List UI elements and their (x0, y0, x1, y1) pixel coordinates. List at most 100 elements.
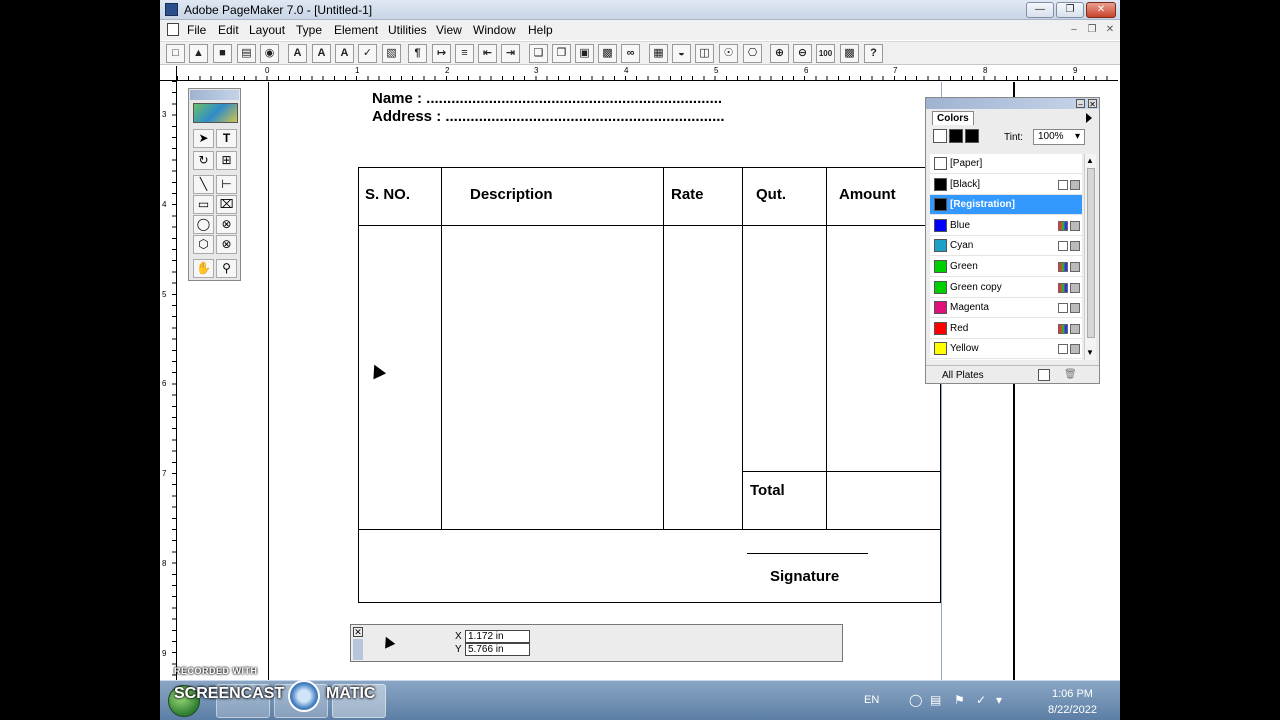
language-indicator[interactable]: EN (864, 694, 879, 706)
toolbox-title-bar[interactable] (190, 90, 239, 100)
menu-layout[interactable]: Layout (249, 23, 285, 37)
menu-file[interactable]: File (187, 23, 206, 37)
text-tool-icon[interactable]: T (216, 129, 237, 148)
indents-tabs-icon[interactable]: ↦ (432, 44, 451, 63)
color-row[interactable]: [Paper] (930, 154, 1082, 174)
pdf-icon[interactable]: ⎔ (743, 44, 762, 63)
scroll-up-icon[interactable]: ▲ (1086, 156, 1094, 165)
doc-minimize-icon[interactable]: – (1066, 23, 1082, 37)
vertical-ruler[interactable]: 3 4 5 6 7 8 9 (160, 81, 177, 681)
rectangle-frame-tool-icon[interactable]: ⌧ (216, 195, 237, 214)
maximize-button[interactable]: ❐ (1056, 2, 1084, 18)
colors-tab[interactable]: Colors (932, 111, 974, 125)
minimize-button[interactable]: — (1026, 2, 1054, 18)
all-plates-label[interactable]: All Plates (942, 370, 984, 381)
tray-network-icon[interactable]: ◯ (909, 693, 922, 707)
crop-tool-icon[interactable]: ⊞ (216, 151, 237, 170)
zoom-out-icon[interactable]: ⊖ (793, 44, 812, 63)
zoom-tool-icon[interactable]: ⚲ (216, 259, 237, 278)
control-palette-grip[interactable] (353, 639, 363, 660)
open-icon[interactable]: ▲ (189, 44, 208, 63)
frame-icon[interactable]: ▧ (382, 44, 401, 63)
zoom-in-icon[interactable]: ⊕ (770, 44, 789, 63)
font-icon[interactable]: A (288, 44, 307, 63)
place-icon[interactable]: ▣ (575, 44, 594, 63)
tray-security-icon[interactable]: ✓ (976, 693, 986, 707)
x-position-field[interactable]: 1.172 in (465, 630, 530, 643)
menu-utilities[interactable]: Utilities (388, 23, 427, 37)
print-icon[interactable]: ▤ (237, 44, 256, 63)
picture-icon[interactable]: ◫ (695, 44, 714, 63)
fill-and-stroke-icon[interactable] (965, 129, 979, 143)
clock-date[interactable]: 8/22/2022 (1048, 704, 1097, 716)
color-row[interactable]: Cyan (930, 236, 1082, 257)
tray-flag-icon[interactable]: ⚑ (954, 693, 965, 707)
menu-type[interactable]: Type (296, 23, 322, 37)
font-size-up-icon[interactable]: A (312, 44, 331, 63)
color-row[interactable]: Red (930, 319, 1082, 339)
font-size-down-icon[interactable]: A (335, 44, 354, 63)
copy-icon[interactable]: ❏ (529, 44, 548, 63)
hand-tool-icon[interactable]: ✋ (193, 259, 214, 278)
image-control-icon[interactable]: ▦ (649, 44, 668, 63)
stroke-icon[interactable] (933, 129, 947, 143)
color-row[interactable]: [Black] (930, 175, 1082, 195)
y-position-field[interactable]: 5.766 in (465, 643, 530, 656)
ruler-origin[interactable] (160, 66, 177, 81)
tint-dropdown[interactable]: 100% ▾ (1033, 129, 1085, 145)
fill-icon[interactable] (949, 129, 963, 143)
link-icon[interactable]: ∞ (621, 44, 640, 63)
menu-edit[interactable]: Edit (218, 23, 239, 37)
menu-window[interactable]: Window (473, 23, 516, 37)
menu-view[interactable]: View (436, 23, 462, 37)
trash-icon[interactable]: 🗑 (1064, 369, 1077, 381)
spelling-icon[interactable]: ✓ (358, 44, 377, 63)
color-row[interactable]: Green (930, 257, 1082, 277)
polygon-frame-tool-icon[interactable]: ⊗ (216, 235, 237, 254)
rotate-tool-icon[interactable]: ↻ (193, 151, 214, 170)
scroll-down-icon[interactable]: ▼ (1086, 348, 1094, 357)
actual-size-icon[interactable]: 100 (816, 44, 835, 63)
increase-indent-icon[interactable]: ⇥ (501, 44, 520, 63)
globe-icon[interactable]: ☉ (719, 44, 738, 63)
clock-time[interactable]: 1:06 PM (1052, 688, 1093, 700)
menu-help[interactable]: Help (528, 23, 553, 37)
tray-device-icon[interactable]: ▤ (930, 693, 941, 707)
image-icon[interactable]: ▩ (598, 44, 617, 63)
doc-restore-icon[interactable]: ❐ (1084, 23, 1100, 37)
pointer-tool-icon[interactable]: ➤ (193, 129, 214, 148)
new-icon[interactable]: □ (166, 44, 185, 63)
colors-palette-title-bar[interactable] (926, 98, 1099, 109)
constrained-line-tool-icon[interactable]: ⊢ (216, 175, 237, 194)
line-tool-icon[interactable]: ╲ (193, 175, 214, 194)
save-icon[interactable]: ■ (213, 44, 232, 63)
ellipse-tool-icon[interactable]: ◯ (193, 215, 214, 234)
ellipse-frame-tool-icon[interactable]: ⊗ (216, 215, 237, 234)
paste-icon[interactable]: ❐ (552, 44, 571, 63)
decrease-indent-icon[interactable]: ⇤ (478, 44, 497, 63)
scroll-thumb[interactable] (1087, 168, 1095, 338)
horizontal-ruler[interactable]: 0 1 2 3 4 5 6 7 8 9 (177, 66, 1118, 81)
palette-minimize-icon[interactable]: – (1076, 99, 1085, 109)
doc-close-icon[interactable]: ✕ (1102, 23, 1118, 37)
help-icon[interactable]: ? (864, 44, 883, 63)
palette-menu-arrow-icon[interactable] (1086, 113, 1092, 123)
color-row[interactable]: Magenta (930, 298, 1082, 319)
color-row[interactable]: [Registration] (930, 195, 1082, 216)
color-row[interactable]: Blue (930, 216, 1082, 236)
new-color-icon[interactable] (1038, 369, 1050, 381)
fit-page-icon[interactable]: ▩ (840, 44, 859, 63)
palette-close-icon[interactable]: ✕ (1088, 99, 1097, 109)
tray-volume-icon[interactable]: ▾ (996, 693, 1002, 707)
control-palette-close-icon[interactable]: ✕ (353, 627, 363, 637)
color-list-scrollbar[interactable]: ▲ ▼ (1084, 154, 1096, 360)
menu-element[interactable]: Element (334, 23, 378, 37)
color-row[interactable]: Green copy (930, 278, 1082, 298)
polygon-tool-icon[interactable]: ⬡ (193, 235, 214, 254)
bullets-icon[interactable]: ≡ (455, 44, 474, 63)
document-system-menu-icon[interactable] (167, 23, 179, 36)
rectangle-tool-icon[interactable]: ▭ (193, 195, 214, 214)
find-icon[interactable]: ◉ (260, 44, 279, 63)
close-button[interactable]: ✕ (1086, 2, 1116, 18)
color-row[interactable]: Yellow (930, 339, 1082, 360)
